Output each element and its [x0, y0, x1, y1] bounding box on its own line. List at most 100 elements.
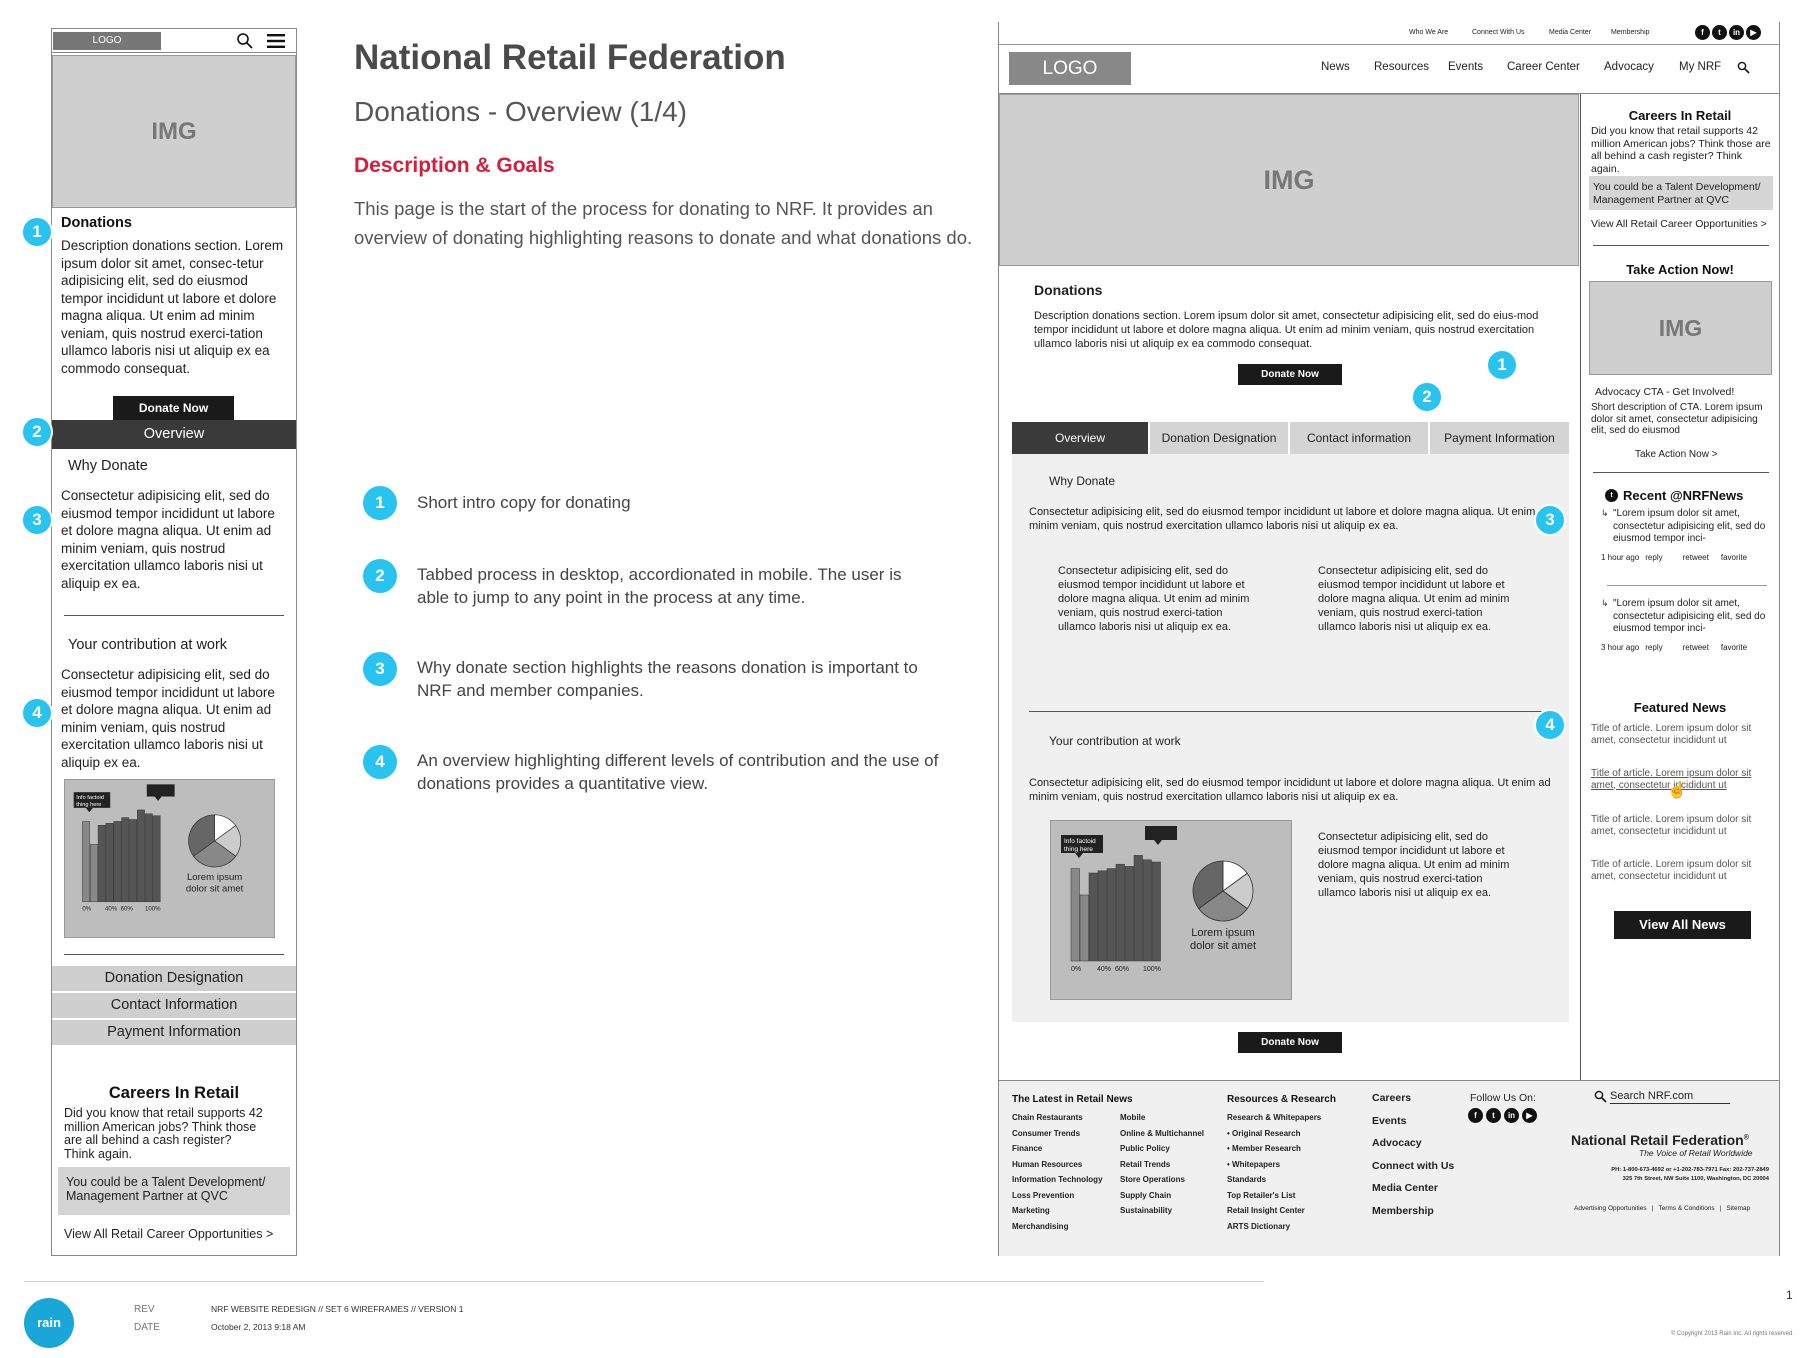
twitter-icon[interactable]: t: [1712, 25, 1727, 40]
mobile-logo[interactable]: LOGO: [53, 32, 161, 50]
tweet-reply[interactable]: reply: [1645, 553, 1662, 562]
utility-link-who-we-are[interactable]: Who We Are: [1409, 29, 1448, 36]
footer-link[interactable]: Marketing: [1012, 1203, 1103, 1219]
footer-link[interactable]: Chain Restaurants: [1012, 1110, 1103, 1126]
facebook-icon[interactable]: f: [1695, 25, 1710, 40]
news-item-1[interactable]: Title of article. Lorem ipsum dolor sit …: [1591, 723, 1771, 746]
mobile-careers-box[interactable]: You could be a Talent Development/ Manag…: [58, 1167, 290, 1215]
linkedin-icon[interactable]: in: [1504, 1108, 1519, 1123]
footer-legal-link[interactable]: Advertising Opportunities: [1574, 1205, 1647, 1212]
footer-link[interactable]: Store Operations: [1120, 1172, 1204, 1188]
search-icon[interactable]: [1594, 1090, 1607, 1103]
search-icon[interactable]: [236, 32, 254, 50]
footer-link[interactable]: Information Technology: [1012, 1172, 1103, 1188]
footer-main-link[interactable]: Membership: [1372, 1200, 1454, 1223]
footer-link[interactable]: ARTS Dictionary: [1227, 1219, 1321, 1235]
footer-link[interactable]: Retail Trends: [1120, 1157, 1204, 1173]
desktop-logo[interactable]: LOGO: [1009, 52, 1131, 85]
footer-link[interactable]: Supply Chain: [1120, 1188, 1204, 1204]
sidebar-action-link[interactable]: Take Action Now >: [1635, 449, 1718, 462]
utility-link-membership[interactable]: Membership: [1611, 29, 1650, 36]
footer-link[interactable]: • Original Research: [1227, 1126, 1321, 1142]
footer-link[interactable]: Public Policy: [1120, 1141, 1204, 1157]
desktop-donate-now-button-bottom[interactable]: Donate Now: [1238, 1032, 1342, 1053]
tweet-retweet[interactable]: retweet: [1683, 643, 1709, 652]
nav-advocacy[interactable]: Advocacy: [1604, 61, 1654, 73]
mobile-badge-2: 2: [21, 416, 53, 448]
footer-link[interactable]: Standards: [1227, 1172, 1321, 1188]
tweet-favorite[interactable]: favorite: [1721, 553, 1747, 562]
footer-link[interactable]: Loss Prevention: [1012, 1188, 1103, 1204]
hand-cursor-icon: ☝: [1667, 782, 1687, 799]
footer-legal-link[interactable]: Terms & Conditions: [1658, 1205, 1714, 1212]
utility-link-connect[interactable]: Connect With Us: [1472, 29, 1525, 36]
tweet-meta: 3 hour ago reply retweet favorite: [1601, 643, 1771, 652]
mobile-careers-link[interactable]: View All Retail Career Opportunities >: [64, 1227, 273, 1241]
factoid-label-line1: Info factoid: [1064, 838, 1096, 845]
footer-resources-col: Research & Whitepapers • Original Resear…: [1227, 1110, 1321, 1234]
footer-link[interactable]: Mobile: [1120, 1110, 1204, 1126]
callout-box: [146, 784, 175, 797]
footer-link[interactable]: Sustainability: [1120, 1203, 1204, 1219]
footer-main-link[interactable]: Careers: [1372, 1087, 1454, 1110]
footer-legal-link[interactable]: Sitemap: [1726, 1205, 1750, 1212]
footer-link[interactable]: • Whitepapers: [1227, 1157, 1321, 1173]
rev-label: REV: [134, 1304, 155, 1315]
footer-link[interactable]: Finance: [1012, 1141, 1103, 1157]
footer-main-link[interactable]: Events: [1372, 1110, 1454, 1133]
linkedin-icon[interactable]: in: [1729, 25, 1744, 40]
sidebar-careers-box[interactable]: You could be a Talent Development/ Manag…: [1589, 176, 1773, 210]
youtube-icon[interactable]: ▶: [1746, 25, 1761, 40]
nav-career-center[interactable]: Career Center: [1507, 61, 1580, 73]
youtube-icon[interactable]: ▶: [1522, 1108, 1537, 1123]
tab-contact-information[interactable]: Contact information: [1290, 422, 1430, 454]
nav-my-nrf[interactable]: My NRF: [1679, 61, 1721, 73]
footer-link[interactable]: Consumer Trends: [1012, 1126, 1103, 1142]
footer-link[interactable]: • Member Research: [1227, 1141, 1321, 1157]
desktop-donate-now-button-top[interactable]: Donate Now: [1238, 364, 1342, 385]
tab-donation-designation[interactable]: Donation Designation: [1150, 422, 1290, 454]
twitter-icon[interactable]: t: [1486, 1108, 1501, 1123]
footer-link[interactable]: Online & Multichannel: [1120, 1126, 1204, 1142]
accordion-donation-designation[interactable]: Donation Designation: [52, 966, 296, 991]
tweet-favorite[interactable]: favorite: [1721, 643, 1747, 652]
tab-overview[interactable]: Overview: [1012, 422, 1150, 454]
news-item-3[interactable]: Title of article. Lorem ipsum dolor sit …: [1591, 814, 1771, 837]
tab-payment-information[interactable]: Payment Information: [1430, 422, 1569, 454]
footer-link[interactable]: Human Resources: [1012, 1157, 1103, 1173]
footer-link[interactable]: Research & Whitepapers: [1227, 1110, 1321, 1126]
tweet-reply[interactable]: reply: [1645, 643, 1662, 652]
footer-link[interactable]: Top Retailer's List: [1227, 1188, 1321, 1204]
nav-resources[interactable]: Resources: [1374, 61, 1429, 73]
sidebar-action-cta[interactable]: Advocacy CTA - Get Involved!: [1595, 386, 1734, 399]
footer-link[interactable]: Merchandising: [1012, 1219, 1103, 1235]
tweet-time: 1 hour ago: [1601, 552, 1640, 562]
accordion-contact-information[interactable]: Contact Information: [52, 993, 296, 1018]
accordion-overview[interactable]: Overview: [52, 420, 296, 449]
sidebar-careers-text: Did you know that retail supports 42 mil…: [1591, 125, 1771, 175]
chart-caption-line2: dolor sit amet: [186, 883, 244, 894]
footer-contact-1: PH: 1-800-673-4692 or +1-202-783-7971 Fa…: [1611, 1167, 1769, 1173]
footer-main-link[interactable]: Media Center: [1372, 1177, 1454, 1200]
utility-link-media[interactable]: Media Center: [1549, 29, 1591, 36]
footer-main-link[interactable]: Connect with Us: [1372, 1155, 1454, 1178]
nav-events[interactable]: Events: [1448, 61, 1483, 73]
footer-link[interactable]: Retail Insight Center: [1227, 1203, 1321, 1219]
footer-follow-label: Follow Us On:: [1470, 1092, 1536, 1104]
footer-search-input[interactable]: Search NRF.com: [1610, 1090, 1730, 1104]
view-all-news-button[interactable]: View All News: [1614, 911, 1751, 939]
footer-main-link[interactable]: Advocacy: [1372, 1132, 1454, 1155]
search-icon[interactable]: [1737, 61, 1750, 74]
chart-bar: [1142, 859, 1152, 962]
nav-news[interactable]: News: [1321, 61, 1350, 73]
sidebar-divider-2: [1593, 472, 1769, 473]
tweet-retweet[interactable]: retweet: [1683, 553, 1709, 562]
mobile-donate-now-button[interactable]: Donate Now: [113, 396, 234, 420]
accordion-payment-information[interactable]: Payment Information: [52, 1020, 296, 1045]
facebook-icon[interactable]: f: [1468, 1108, 1483, 1123]
news-item-4[interactable]: Title of article. Lorem ipsum dolor sit …: [1591, 859, 1771, 882]
mobile-divider: [64, 615, 284, 616]
sidebar-careers-link[interactable]: View All Retail Career Opportunities >: [1591, 218, 1767, 231]
hamburger-menu-icon[interactable]: [267, 33, 285, 49]
factoid-label-line2: thing here: [1064, 846, 1093, 853]
